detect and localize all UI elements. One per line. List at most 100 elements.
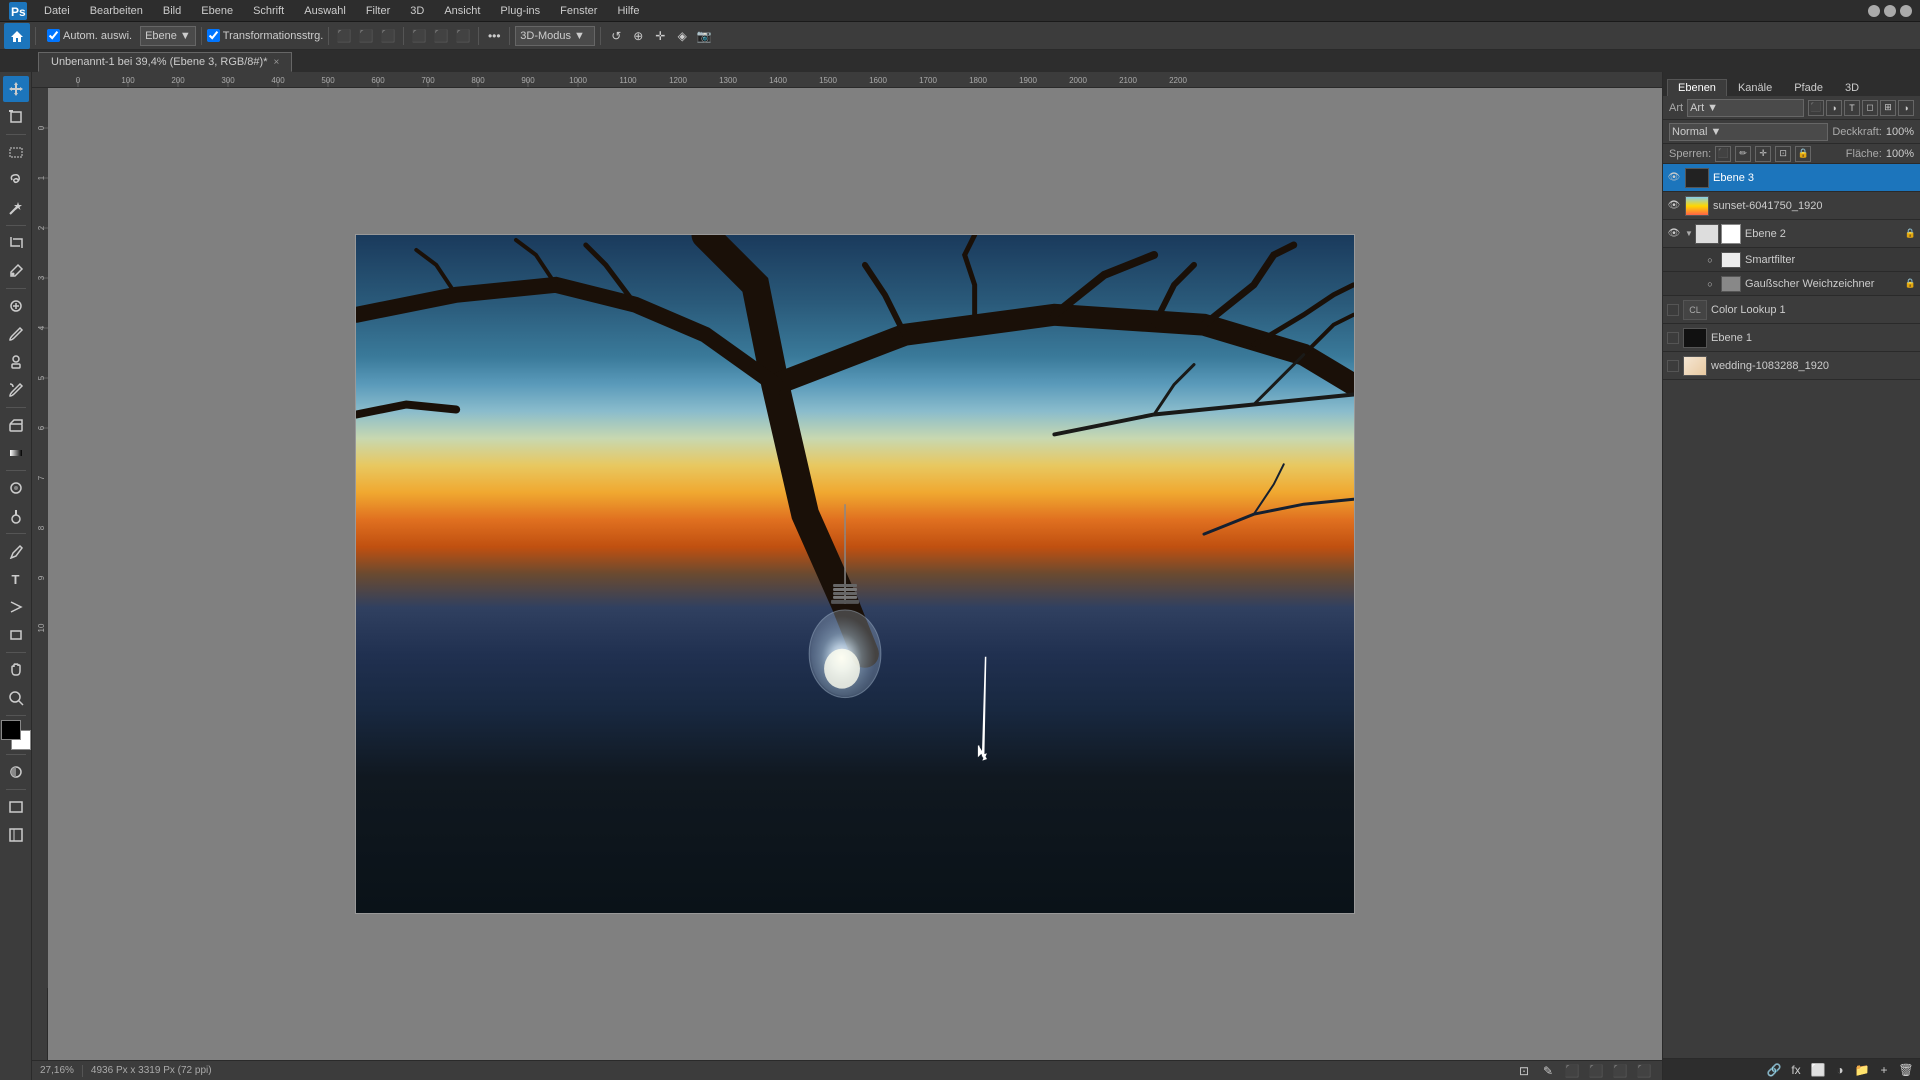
- layer-visibility-gauss[interactable]: ○: [1703, 277, 1717, 291]
- filter-toggle-btn[interactable]: ◑: [1898, 100, 1914, 116]
- statusbar-btn-3[interactable]: ⬛: [1562, 1061, 1582, 1080]
- layer-item-wedding[interactable]: wedding-1083288_1920: [1663, 352, 1920, 380]
- ebene-dropdown[interactable]: Ebene ▼: [140, 26, 196, 46]
- tool-marquee[interactable]: [3, 139, 29, 165]
- statusbar-btn-4[interactable]: ⬛: [1586, 1061, 1606, 1080]
- tool-gradient[interactable]: [3, 440, 29, 466]
- filter-pixel-btn[interactable]: ⬛: [1808, 100, 1824, 116]
- tool-brush[interactable]: [3, 321, 29, 347]
- transform-checkbox[interactable]: [207, 29, 220, 42]
- tool-extra[interactable]: [3, 822, 29, 848]
- sublayer-gauss[interactable]: ○ Gaußscher Weichzeichner 🔒: [1663, 272, 1920, 296]
- tool-eraser[interactable]: [3, 412, 29, 438]
- menu-bild[interactable]: Bild: [155, 3, 189, 19]
- layer-visibility-sunset[interactable]: 👁: [1667, 199, 1681, 213]
- delete-layer-btn[interactable]: 🗑: [1896, 1061, 1916, 1079]
- tool-pen[interactable]: [3, 538, 29, 564]
- tool-magic-wand[interactable]: [3, 195, 29, 221]
- menu-schrift[interactable]: Schrift: [245, 3, 292, 19]
- home-button[interactable]: [4, 23, 30, 49]
- tool-stamp[interactable]: [3, 349, 29, 375]
- tool-text[interactable]: T: [3, 566, 29, 592]
- pan-btn[interactable]: ✛: [650, 26, 670, 46]
- sublayer-smartfilter[interactable]: ○ Smartfilter: [1663, 248, 1920, 272]
- menu-fenster[interactable]: Fenster: [552, 3, 605, 19]
- tool-move[interactable]: [3, 76, 29, 102]
- autom-btn[interactable]: Autom. auswi.: [41, 25, 138, 47]
- tool-artboard[interactable]: [3, 104, 29, 130]
- tab-3d[interactable]: 3D: [1834, 79, 1870, 96]
- align-top-btn[interactable]: ⬛: [334, 26, 354, 46]
- layer-visibility-smartfilter[interactable]: ○: [1703, 253, 1717, 267]
- statusbar-btn-5[interactable]: ⬛: [1610, 1061, 1630, 1080]
- layer-item-colorlookup[interactable]: CL Color Lookup 1: [1663, 296, 1920, 324]
- tab-kanaele[interactable]: Kanäle: [1727, 79, 1783, 96]
- tool-screenmode[interactable]: [3, 794, 29, 820]
- add-style-btn[interactable]: fx: [1786, 1061, 1806, 1079]
- tool-blur[interactable]: [3, 475, 29, 501]
- maximize-btn[interactable]: [1884, 5, 1896, 17]
- layer-item-ebene2[interactable]: 👁 ▼ Ebene 2 🔒: [1663, 220, 1920, 248]
- menu-filter[interactable]: Filter: [358, 3, 398, 19]
- blend-mode-dropdown[interactable]: Normal ▼: [1669, 123, 1828, 141]
- menu-datei[interactable]: Datei: [36, 3, 78, 19]
- canvas-viewport[interactable]: [48, 88, 1662, 1060]
- statusbar-btn-2[interactable]: ✎: [1538, 1061, 1558, 1080]
- opacity-value[interactable]: 100%: [1886, 126, 1914, 138]
- lock-all-btn[interactable]: 🔒: [1795, 146, 1811, 162]
- tool-hand[interactable]: [3, 657, 29, 683]
- filter-adjust-btn[interactable]: ◑: [1826, 100, 1842, 116]
- tool-history-brush[interactable]: [3, 377, 29, 403]
- fill-value[interactable]: 100%: [1886, 148, 1914, 160]
- layer-item-ebene1[interactable]: Ebene 1: [1663, 324, 1920, 352]
- close-btn[interactable]: [1900, 5, 1912, 17]
- rotate-btn[interactable]: ↺: [606, 26, 626, 46]
- layer-visibility-colorlookup[interactable]: [1667, 304, 1679, 316]
- add-layer-btn[interactable]: +: [1874, 1061, 1894, 1079]
- menu-bearbeiten[interactable]: Bearbeiten: [82, 3, 151, 19]
- lock-position-btn[interactable]: ✛: [1755, 146, 1771, 162]
- align-bottom-btn[interactable]: ⬛: [378, 26, 398, 46]
- tab-pfade[interactable]: Pfade: [1783, 79, 1834, 96]
- tab-close-btn[interactable]: ×: [273, 57, 279, 68]
- align-right-btn[interactable]: ⬛: [453, 26, 473, 46]
- layer-visibility-ebene1[interactable]: [1667, 332, 1679, 344]
- tool-eyedropper[interactable]: [3, 258, 29, 284]
- filter-smart-btn[interactable]: ⊞: [1880, 100, 1896, 116]
- autom-checkbox[interactable]: [47, 29, 60, 42]
- 3d-mode-dropdown[interactable]: 3D-Modus ▼: [515, 26, 595, 46]
- align-hcenter-btn[interactable]: ⬛: [431, 26, 451, 46]
- cam-btn[interactable]: 📷: [694, 26, 714, 46]
- align-vcenter-btn[interactable]: ⬛: [356, 26, 376, 46]
- statusbar-btn-1[interactable]: ⊡: [1514, 1061, 1534, 1080]
- menu-hilfe[interactable]: Hilfe: [609, 3, 647, 19]
- layer-visibility-ebene2[interactable]: 👁: [1667, 227, 1681, 241]
- align-left-btn[interactable]: ⬛: [409, 26, 429, 46]
- menu-ebene[interactable]: Ebene: [193, 3, 241, 19]
- minimize-btn[interactable]: [1868, 5, 1880, 17]
- add-adjustment-btn[interactable]: ◑: [1830, 1061, 1850, 1079]
- tool-path-select[interactable]: [3, 594, 29, 620]
- tool-quickmask[interactable]: [3, 759, 29, 785]
- lock-artboard-btn[interactable]: ⊡: [1775, 146, 1791, 162]
- menu-3d[interactable]: 3D: [402, 3, 432, 19]
- menu-plugins[interactable]: Plug-ins: [492, 3, 548, 19]
- more-options-btn[interactable]: •••: [484, 26, 504, 46]
- layer-visibility-wedding[interactable]: [1667, 360, 1679, 372]
- statusbar-btn-6[interactable]: ⬛: [1634, 1061, 1654, 1080]
- tool-shape[interactable]: [3, 622, 29, 648]
- lock-transparency-btn[interactable]: ⬛: [1715, 146, 1731, 162]
- menu-auswahl[interactable]: Auswahl: [296, 3, 354, 19]
- tool-zoom[interactable]: [3, 685, 29, 711]
- zoom-3d-btn[interactable]: ⊕: [628, 26, 648, 46]
- link-layers-btn[interactable]: 🔗: [1764, 1061, 1784, 1079]
- tool-crop[interactable]: [3, 230, 29, 256]
- obj-btn[interactable]: ◈: [672, 26, 692, 46]
- filter-text-btn[interactable]: T: [1844, 100, 1860, 116]
- layer-visibility-ebene3[interactable]: 👁: [1667, 171, 1681, 185]
- filter-type-dropdown[interactable]: Art ▼: [1687, 99, 1804, 117]
- tool-lasso[interactable]: [3, 167, 29, 193]
- filter-shape-btn[interactable]: ◻: [1862, 100, 1878, 116]
- tool-dodge[interactable]: [3, 503, 29, 529]
- layer-item-sunset[interactable]: 👁 sunset-6041750_1920: [1663, 192, 1920, 220]
